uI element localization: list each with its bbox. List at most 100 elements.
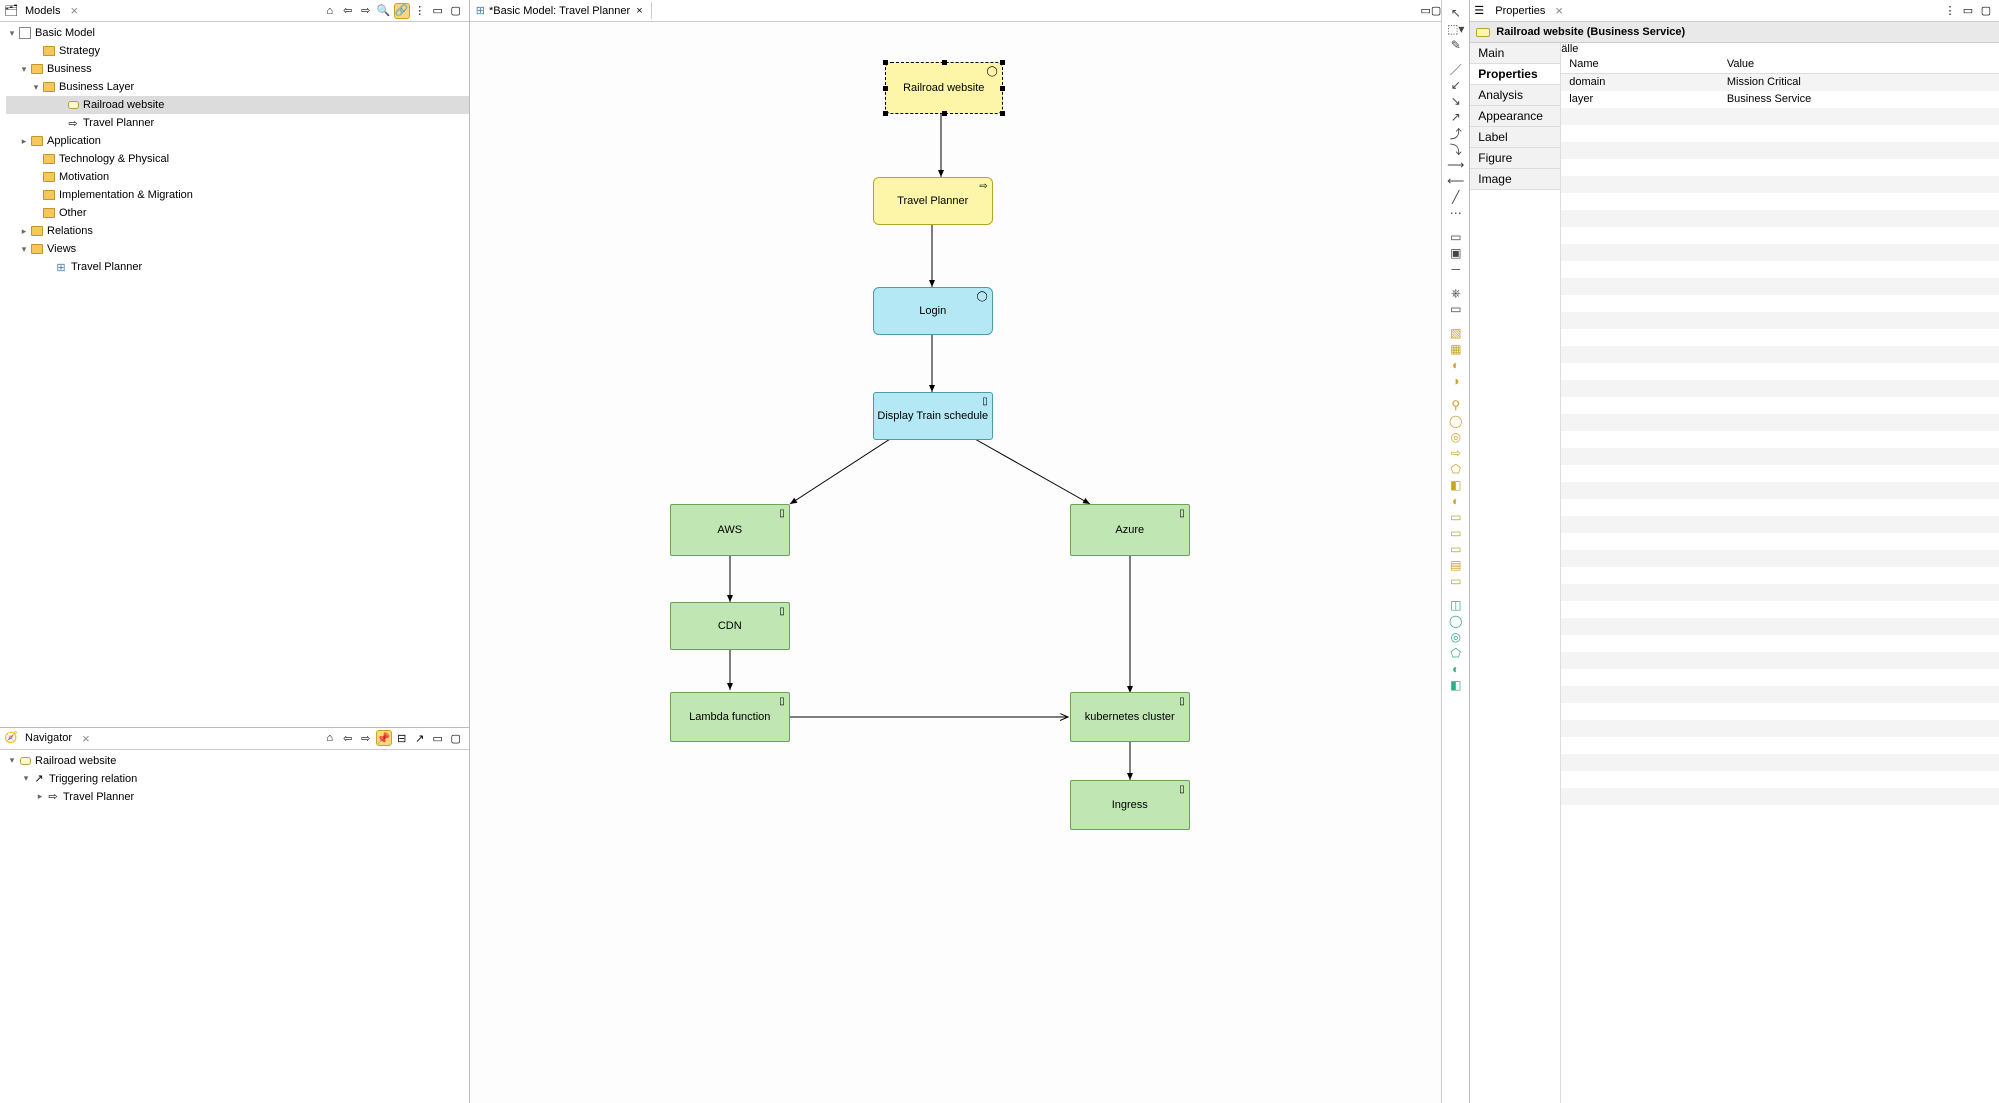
close-icon[interactable]: × xyxy=(78,731,94,746)
tree-application[interactable]: ▸ Application xyxy=(6,132,469,150)
palette-connect-icon[interactable]: ─ xyxy=(1447,262,1465,276)
palette-note-icon[interactable]: ▭ xyxy=(1447,230,1465,244)
palette-collab-icon[interactable]: ◎ xyxy=(1447,430,1465,444)
navigator-tree[interactable]: ▾ Railroad website ▾↗ Triggering relatio… xyxy=(0,750,469,1103)
close-icon[interactable]: × xyxy=(66,3,82,18)
node-azure[interactable]: Azure ▯ xyxy=(1070,504,1190,556)
link-icon[interactable]: 🔗 xyxy=(394,3,410,19)
palette-event-icon[interactable]: ▭ xyxy=(1447,510,1465,524)
tree-implementation[interactable]: Implementation & Migration xyxy=(6,186,469,204)
search-icon[interactable]: 🔍 xyxy=(376,3,392,19)
nav-triggering[interactable]: ▾↗ Triggering relation xyxy=(6,770,469,788)
back-icon[interactable]: ⇦ xyxy=(340,730,356,746)
view-menu-icon[interactable]: ⋮ xyxy=(412,3,428,19)
palette-function-icon[interactable]: ◧ xyxy=(1447,478,1465,492)
home-icon[interactable]: ⌂ xyxy=(322,730,338,746)
tree-railroad-website[interactable]: Railroad website xyxy=(6,96,469,114)
maximize-icon[interactable]: ▢ xyxy=(448,730,464,746)
tree-strategy[interactable]: Strategy xyxy=(6,42,469,60)
node-ingress[interactable]: Ingress ▯ xyxy=(1070,780,1190,830)
minimize-icon[interactable]: ▭ xyxy=(1420,4,1430,17)
palette-actor-icon[interactable]: ⚲ xyxy=(1447,398,1465,412)
maximize-icon[interactable]: ▢ xyxy=(1431,4,1441,17)
palette-line6-icon[interactable]: ⤵ xyxy=(1447,142,1465,156)
tree-business-layer[interactable]: ▾ Business Layer xyxy=(6,78,469,96)
close-icon[interactable]: × xyxy=(1551,3,1567,18)
palette-line10-icon[interactable]: ⋯ xyxy=(1447,206,1465,220)
palette-line7-icon[interactable]: ⟶ xyxy=(1447,158,1465,172)
table-row[interactable]: domain Mission Critical xyxy=(1561,74,1999,91)
palette-app1-icon[interactable]: ◫ xyxy=(1447,598,1465,612)
palette-line4-icon[interactable]: ↗ xyxy=(1447,110,1465,124)
maximize-icon[interactable]: ▢ xyxy=(1978,3,1994,19)
tree-relations[interactable]: ▸ Relations xyxy=(6,222,469,240)
minimize-icon[interactable]: ▭ xyxy=(430,730,446,746)
tab-main[interactable]: Main xyxy=(1470,43,1560,64)
view-menu-icon[interactable]: ⋮ xyxy=(1942,3,1958,19)
maximize-icon[interactable]: ▢ xyxy=(448,3,464,19)
palette-location-icon[interactable]: ⎈ xyxy=(1447,286,1465,300)
forward-icon[interactable]: ⇨ xyxy=(358,3,374,19)
palette-app2-icon[interactable]: ◯ xyxy=(1447,614,1465,628)
col-name[interactable]: Name xyxy=(1561,55,1719,74)
col-value[interactable]: Value xyxy=(1719,55,1999,74)
palette-app3-icon[interactable]: ◎ xyxy=(1447,630,1465,644)
home-icon[interactable]: ⌂ xyxy=(322,3,338,19)
palette-service-icon[interactable]: ▭ xyxy=(1447,526,1465,540)
node-login[interactable]: Login ◯ xyxy=(873,287,993,335)
forward-icon[interactable]: ⇨ xyxy=(358,730,374,746)
collapse-icon[interactable]: ⊟ xyxy=(394,730,410,746)
table-row[interactable]: layer Business Service xyxy=(1561,91,1999,108)
palette-select-icon[interactable]: ↖ xyxy=(1447,6,1465,20)
palette-biz2-icon[interactable]: ▦ xyxy=(1447,342,1465,356)
tab-properties[interactable]: Properties xyxy=(1470,64,1560,85)
palette-format-icon[interactable]: ✎ xyxy=(1447,38,1465,52)
tree-view-travel-planner[interactable]: Travel Planner xyxy=(6,258,469,276)
tab-analysis[interactable]: Analysis xyxy=(1470,85,1560,106)
palette-app6-icon[interactable]: ◧ xyxy=(1447,678,1465,692)
models-tree[interactable]: ▾ Basic Model Strategy ▾ Business ▾ Busi… xyxy=(0,22,469,727)
palette-line5-icon[interactable]: ⤴ xyxy=(1447,126,1465,140)
tree-motivation[interactable]: Motivation xyxy=(6,168,469,186)
tree-travel-planner[interactable]: ⇨ Travel Planner xyxy=(6,114,469,132)
nav-travel-planner[interactable]: ▸⇨ Travel Planner xyxy=(6,788,469,806)
tab-appearance[interactable]: Appearance xyxy=(1470,106,1560,127)
palette-line9-icon[interactable]: ╱ xyxy=(1447,190,1465,204)
palette-junction-icon[interactable]: ▭ xyxy=(1447,302,1465,316)
node-cdn[interactable]: CDN ▯ xyxy=(670,602,790,650)
tab-label[interactable]: Label xyxy=(1470,127,1560,148)
node-travel-planner[interactable]: Travel Planner ⇨ xyxy=(873,177,993,225)
palette-biz3-icon[interactable]: ◐ xyxy=(1447,358,1465,372)
palette-group-icon[interactable]: ▣ xyxy=(1447,246,1465,260)
palette-biz1-icon[interactable]: ▧ xyxy=(1447,326,1465,340)
node-railroad-website[interactable]: Railroad website ◯ xyxy=(885,62,1003,114)
node-aws[interactable]: AWS ▯ xyxy=(670,504,790,556)
close-icon[interactable]: × xyxy=(636,5,642,17)
node-k8s[interactable]: kubernetes cluster ▯ xyxy=(1070,692,1190,742)
palette-product-icon[interactable]: ▭ xyxy=(1447,574,1465,588)
nav-root[interactable]: ▾ Railroad website xyxy=(6,752,469,770)
minimize-icon[interactable]: ▭ xyxy=(430,3,446,19)
tree-views[interactable]: ▾ Views xyxy=(6,240,469,258)
pin-icon[interactable]: 📌 xyxy=(376,730,392,746)
palette-process-icon[interactable]: ⬠ xyxy=(1447,462,1465,476)
tree-business[interactable]: ▾ Business xyxy=(6,60,469,78)
export-icon[interactable]: ↗ xyxy=(412,730,428,746)
minimize-icon[interactable]: ▭ xyxy=(1960,3,1976,19)
palette-contract-icon[interactable]: ▤ xyxy=(1447,558,1465,572)
palette-app5-icon[interactable]: ◐ xyxy=(1447,662,1465,676)
node-lambda[interactable]: Lambda function ▯ xyxy=(670,692,790,742)
palette-object-icon[interactable]: ▭ xyxy=(1447,542,1465,556)
node-display-train[interactable]: Display Train schedule ▯ xyxy=(873,392,993,440)
palette-role-icon[interactable]: ◯ xyxy=(1447,414,1465,428)
diagram-canvas[interactable]: Railroad website ◯ Travel Planner ⇨ Logi… xyxy=(470,22,1442,1103)
palette-line3-icon[interactable]: ↘ xyxy=(1447,94,1465,108)
properties-table[interactable]: älle Name Value domain Mission Critical … xyxy=(1560,43,1999,1103)
palette-app4-icon[interactable]: ⬠ xyxy=(1447,646,1465,660)
tab-image[interactable]: Image xyxy=(1470,169,1560,190)
palette-line8-icon[interactable]: ⟵ xyxy=(1447,174,1465,188)
back-icon[interactable]: ⇦ xyxy=(340,3,356,19)
editor-tab[interactable]: ⊞ *Basic Model: Travel Planner × xyxy=(470,2,652,19)
palette-interaction-icon[interactable]: ◐ xyxy=(1447,494,1465,508)
tree-technology[interactable]: Technology & Physical xyxy=(6,150,469,168)
